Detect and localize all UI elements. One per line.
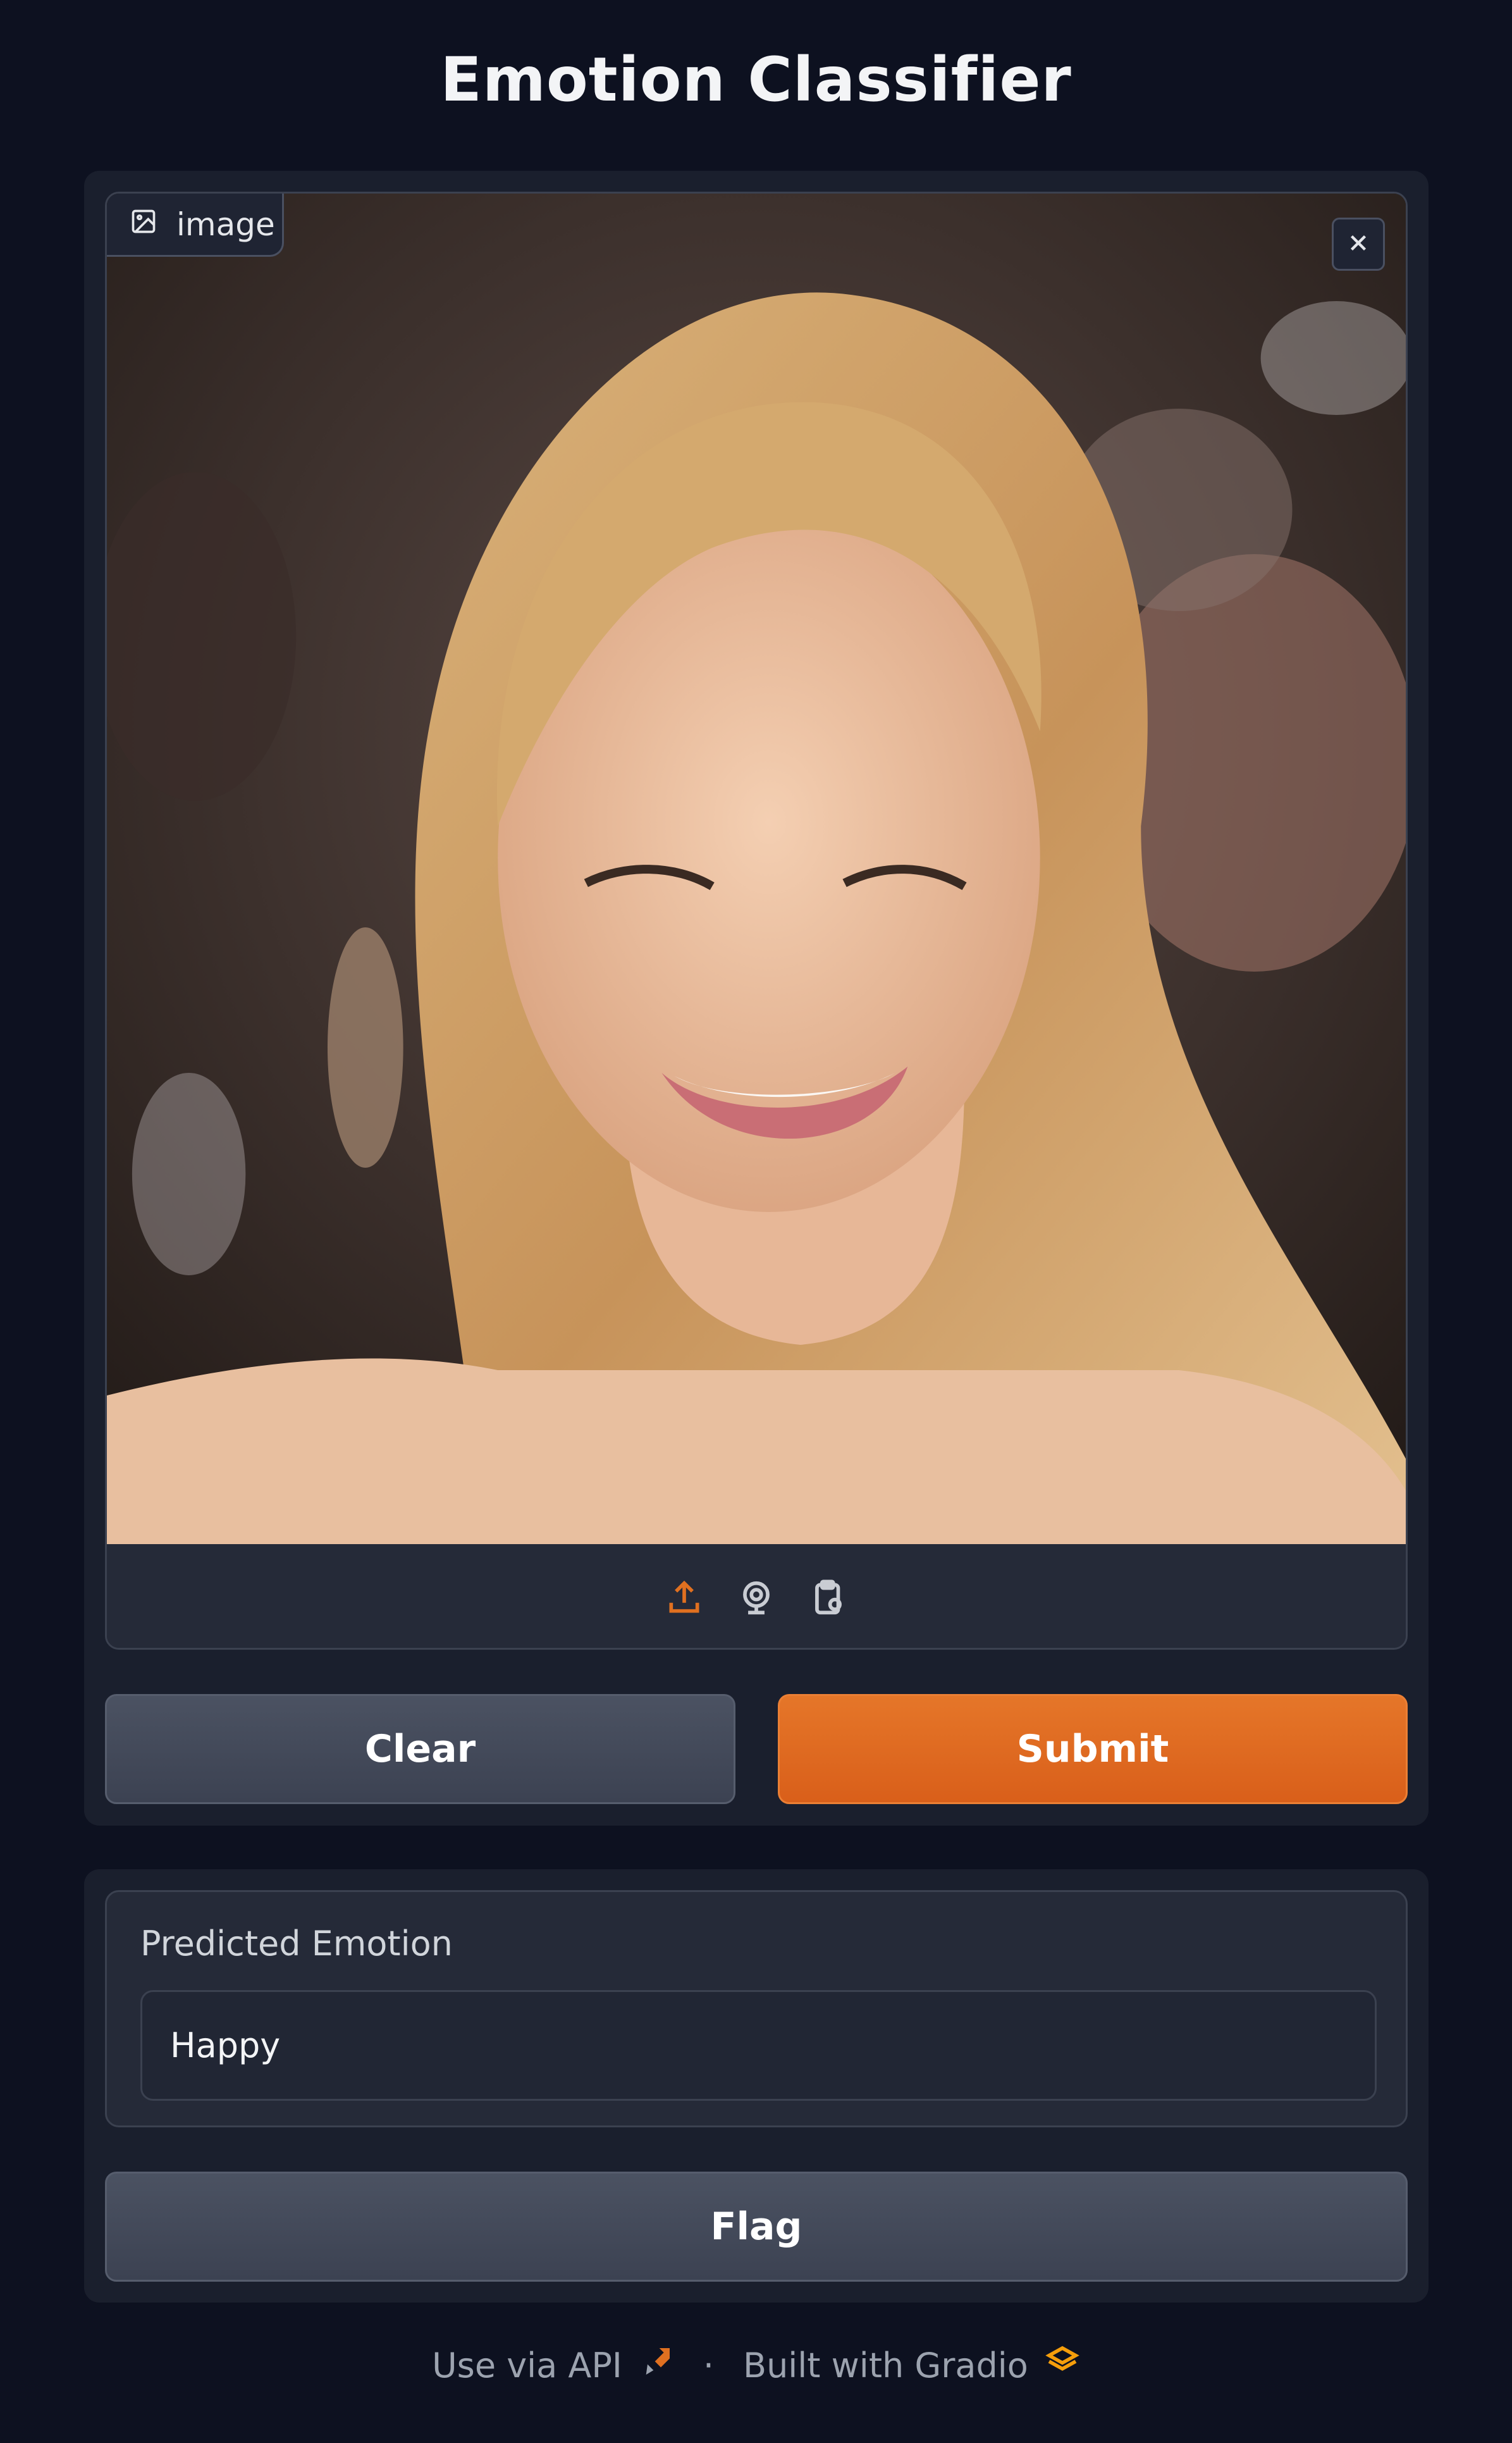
image-label-text: image	[176, 206, 275, 243]
image-input[interactable]: image	[105, 192, 1408, 1650]
close-icon	[1345, 230, 1372, 259]
image-source-selector	[107, 1544, 1406, 1648]
footer-separator: ·	[703, 2346, 715, 2385]
upload-icon[interactable]	[665, 1578, 704, 1617]
webcam-icon[interactable]	[737, 1578, 776, 1617]
clear-button[interactable]: Clear	[105, 1694, 735, 1804]
gradio-logo-icon	[1045, 2344, 1080, 2387]
output-panel: Predicted Emotion Happy Flag	[84, 1869, 1429, 2303]
footer: Use via API · Built with Gradio	[0, 2344, 1512, 2387]
image-icon	[130, 206, 157, 243]
predicted-emotion-output: Predicted Emotion Happy	[105, 1890, 1408, 2127]
clipboard-icon[interactable]	[809, 1578, 848, 1617]
app-root: Emotion Classifier image Clear Submit Pr…	[0, 0, 1512, 2443]
uploaded-image	[107, 194, 1406, 1544]
flag-button[interactable]: Flag	[105, 2172, 1408, 2282]
clear-image-button[interactable]	[1332, 218, 1385, 271]
rocket-icon	[639, 2344, 674, 2387]
image-label-badge: image	[107, 194, 284, 257]
page-title: Emotion Classifier	[440, 44, 1072, 115]
submit-button[interactable]: Submit	[778, 1694, 1408, 1804]
input-panel: image Clear Submit	[84, 171, 1429, 1826]
use-via-api-link[interactable]: Use via API	[432, 2346, 622, 2385]
output-textbox[interactable]: Happy	[140, 1990, 1377, 2101]
built-with-gradio-link[interactable]: Built with Gradio	[743, 2346, 1028, 2385]
output-label: Predicted Emotion	[140, 1924, 453, 1964]
